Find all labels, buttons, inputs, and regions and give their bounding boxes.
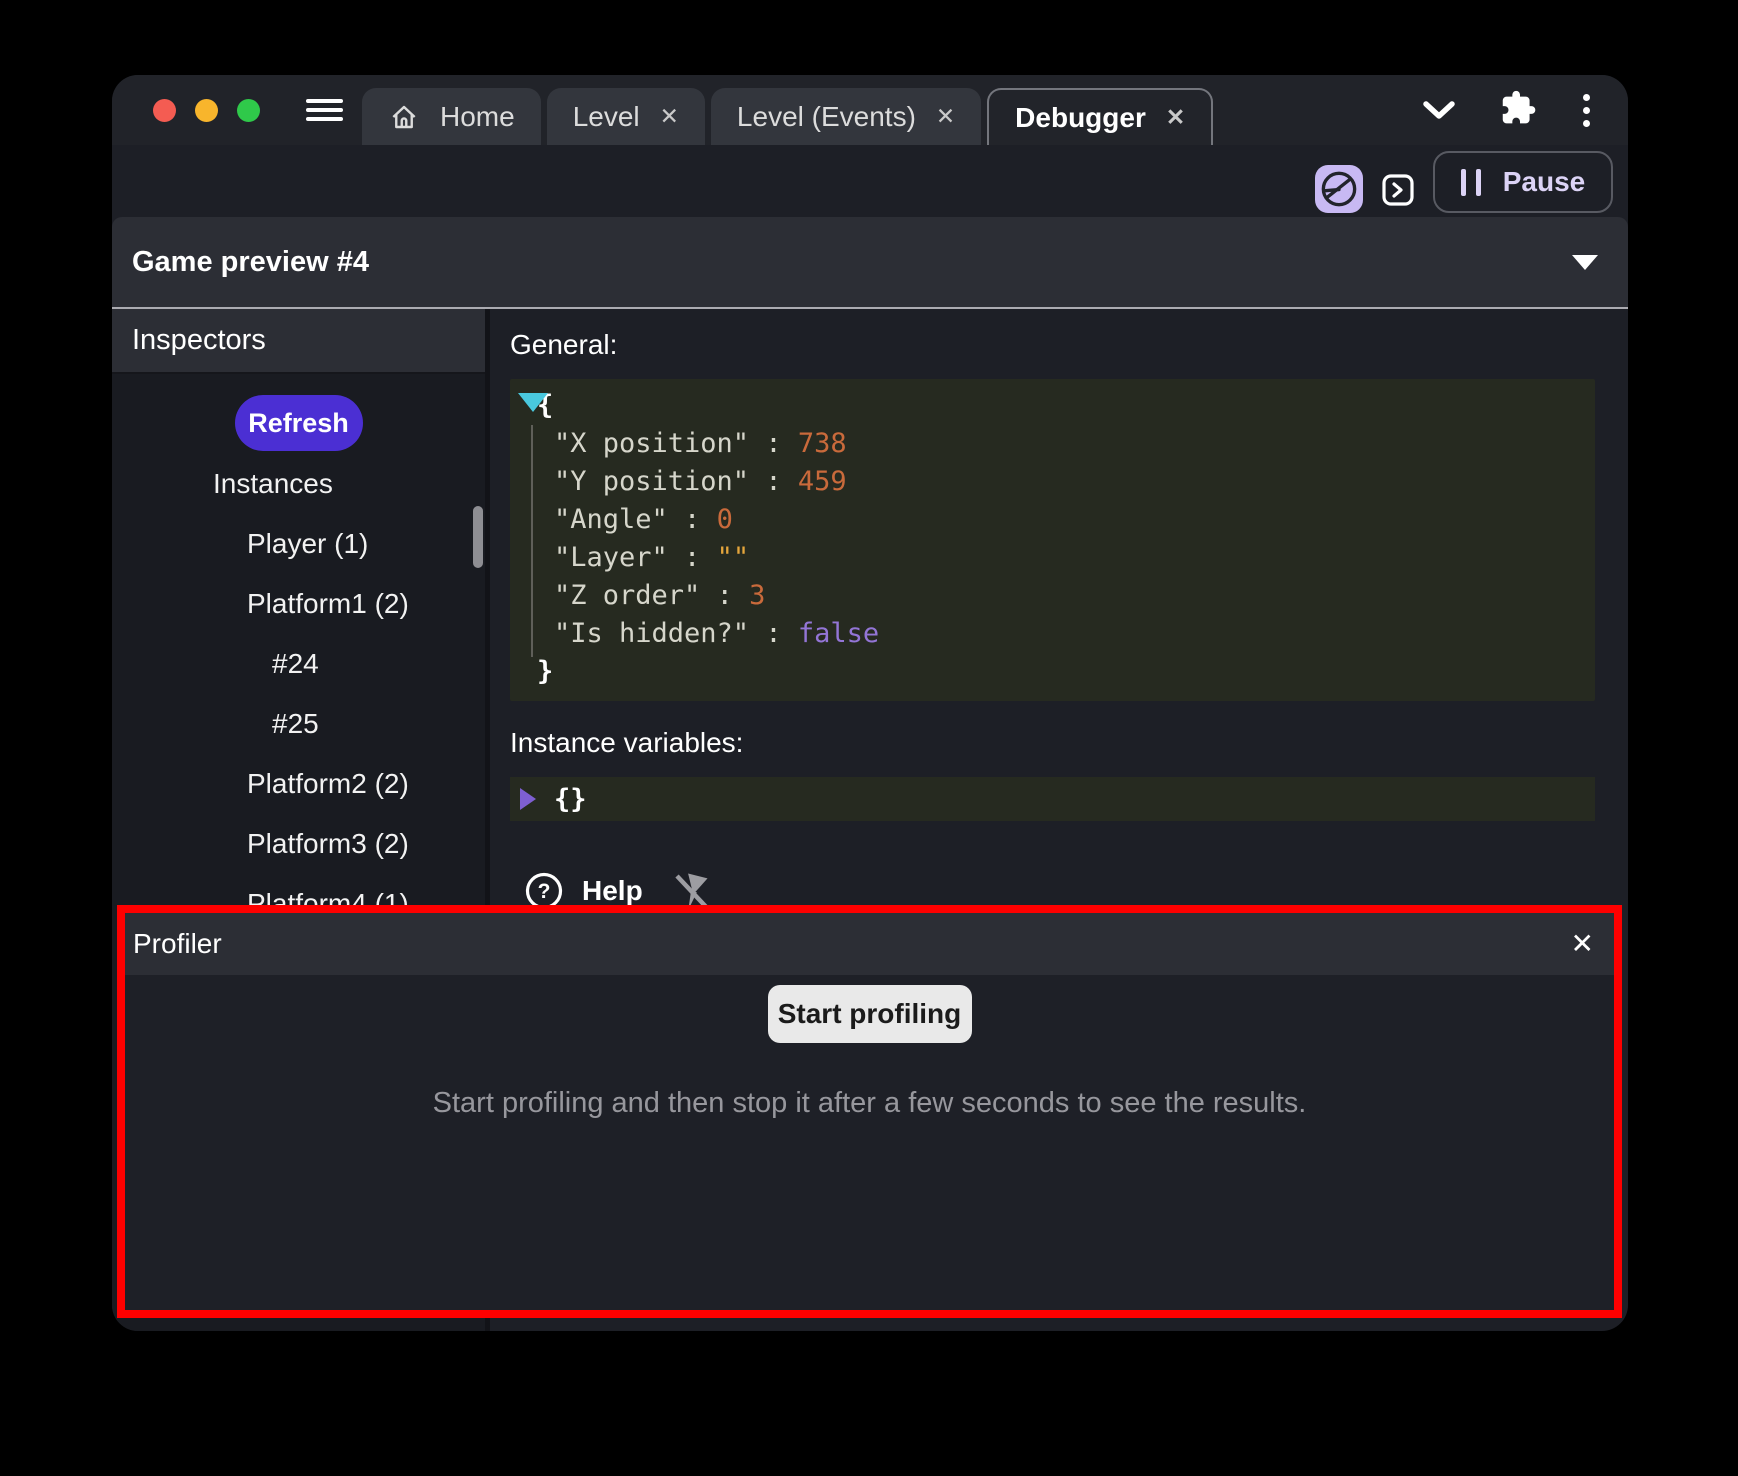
preview-title: Game preview #4 (132, 246, 369, 279)
tree-item-instance-24[interactable]: #24 (112, 634, 485, 694)
debugger-toolbar: Pause (112, 145, 1628, 217)
expander-down-icon[interactable] (518, 393, 548, 412)
sidebar-header: Inspectors (112, 309, 485, 374)
json-value: 3 (749, 580, 765, 611)
json-close-brace: } (510, 653, 1595, 691)
console-icon (1381, 173, 1415, 207)
titlebar: Home Level ✕ Level (Events) ✕ Debugger ✕ (112, 75, 1628, 145)
menu-icon[interactable] (306, 99, 343, 121)
json-key: "Layer" (554, 542, 668, 573)
tab-label: Home (440, 101, 515, 133)
tab-home[interactable]: Home (362, 88, 541, 145)
tab-label: Level (Events) (737, 101, 916, 133)
general-label: General: (510, 329, 1595, 361)
json-value: 459 (798, 466, 847, 497)
json-line: "Y position" : 459 (510, 463, 1595, 501)
profiler-close-icon[interactable]: ✕ (1571, 930, 1594, 958)
json-open-brace: { (510, 387, 1595, 425)
minimize-window-button[interactable] (195, 99, 218, 122)
kebab-menu-icon[interactable] (1583, 94, 1590, 127)
profiler-header: Profiler ✕ (125, 913, 1614, 975)
console-button[interactable] (1381, 173, 1415, 207)
profiler-hint: Start profiling and then stop it after a… (433, 1087, 1307, 1120)
json-key: "Angle" (554, 504, 668, 535)
titlebar-actions (1421, 87, 1628, 133)
tab-debugger[interactable]: Debugger ✕ (987, 88, 1213, 145)
profiler-body: Start profiling Start profiling and then… (125, 975, 1614, 1310)
general-json-viewer: { "X position" : 738 "Y position" : 459 … (510, 379, 1595, 701)
instance-variables-label: Instance variables: (510, 727, 1595, 759)
json-line: "Z order" : 3 (510, 577, 1595, 615)
tree-item-platform3[interactable]: Platform3 (2) (112, 814, 485, 874)
profiler-title: Profiler (133, 928, 222, 960)
gauge-icon (1320, 170, 1358, 208)
tab-close-icon[interactable]: ✕ (660, 105, 679, 128)
json-value: false (798, 618, 879, 649)
pause-label: Pause (1503, 166, 1586, 198)
json-key: "Z order" (554, 580, 700, 611)
json-value: "" (717, 542, 750, 573)
svg-text:?: ? (538, 880, 551, 903)
screenshot-stage: Home Level ✕ Level (Events) ✕ Debugger ✕ (0, 0, 1738, 1476)
dropdown-caret-icon[interactable] (1572, 255, 1598, 270)
tree-item-player[interactable]: Player (1) (112, 514, 485, 574)
json-line: "Is hidden?" : false (510, 615, 1595, 653)
start-profiling-button[interactable]: Start profiling (768, 985, 972, 1043)
json-line: "Angle" : 0 (510, 501, 1595, 539)
json-value: 0 (717, 504, 733, 535)
tree-item-instances[interactable]: Instances (112, 454, 485, 514)
pause-icon (1461, 169, 1481, 196)
tab-level-events[interactable]: Level (Events) ✕ (711, 88, 981, 145)
pause-button[interactable]: Pause (1433, 151, 1613, 213)
tab-label: Level (573, 101, 640, 133)
json-key: "Is hidden?" (554, 618, 749, 649)
json-line: "Layer" : "" (510, 539, 1595, 577)
tab-label: Debugger (1015, 102, 1146, 134)
close-window-button[interactable] (153, 99, 176, 122)
preview-header[interactable]: Game preview #4 (112, 217, 1628, 309)
tab-close-icon[interactable]: ✕ (1166, 106, 1185, 129)
profiler-toggle-button[interactable] (1315, 165, 1363, 213)
home-icon (388, 101, 420, 133)
indent-guide (531, 425, 533, 657)
empty-object-value: {} (554, 784, 587, 815)
json-value: 738 (798, 428, 847, 459)
traffic-lights (153, 99, 260, 122)
profiler-panel: Profiler ✕ Start profiling Start profili… (117, 905, 1622, 1318)
extensions-puzzle-icon[interactable] (1497, 87, 1543, 133)
json-key: "Y position" (554, 466, 749, 497)
app-window: Home Level ✕ Level (Events) ✕ Debugger ✕ (112, 75, 1628, 1331)
json-line: "X position" : 738 (510, 425, 1595, 463)
tab-bar: Home Level ✕ Level (Events) ✕ Debugger ✕ (362, 88, 1213, 145)
tree-item-platform1[interactable]: Platform1 (2) (112, 574, 485, 634)
tab-level[interactable]: Level ✕ (547, 88, 705, 145)
tab-close-icon[interactable]: ✕ (936, 105, 955, 128)
maximize-window-button[interactable] (237, 99, 260, 122)
json-key: "X position" (554, 428, 749, 459)
chevron-down-icon[interactable] (1421, 99, 1457, 121)
refresh-button[interactable]: Refresh (235, 395, 363, 451)
instance-variables-viewer: {} (510, 777, 1595, 821)
tree-item-instance-25[interactable]: #25 (112, 694, 485, 754)
help-label: Help (582, 875, 643, 907)
tree-item-platform2[interactable]: Platform2 (2) (112, 754, 485, 814)
expander-right-icon[interactable] (520, 788, 536, 810)
sidebar-scrollbar-thumb[interactable] (473, 506, 483, 568)
